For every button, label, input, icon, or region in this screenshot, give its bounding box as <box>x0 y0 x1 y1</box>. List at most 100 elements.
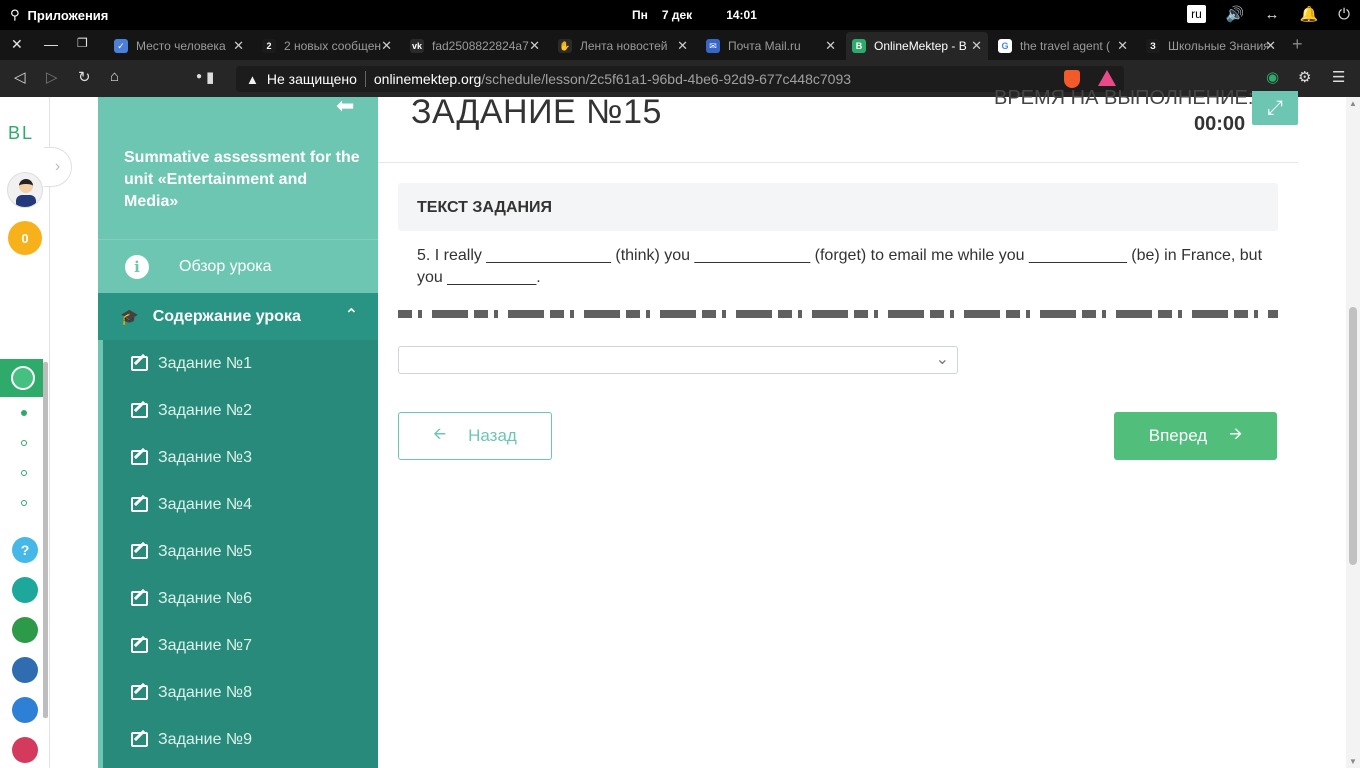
browser-tab[interactable]: B OnlineMektep - B ✕ <box>846 32 988 60</box>
os-top-bar: ⚲ Приложения Пн 7 дек 14:01 ru 🔊 ↔ 🔔 ⏻ <box>0 0 1360 30</box>
edit-icon <box>131 450 148 465</box>
browser-tab[interactable]: З Школьные Знания ✕ <box>1140 32 1282 60</box>
brave-rewards-icon[interactable] <box>1098 70 1116 86</box>
edit-icon <box>131 356 148 371</box>
sidebar-task-item[interactable]: Задание №3 <box>103 434 378 481</box>
browser-tab[interactable]: 2 2 новых сообщен ✕ <box>256 32 398 60</box>
nav-dot-2[interactable] <box>21 440 27 446</box>
sidebar-task-item[interactable]: Задание №8 <box>103 669 378 716</box>
task-list: Задание №1 Задание №2 Задание №3 Задание №4… <box>103 340 378 768</box>
nav-dot-3[interactable] <box>21 470 27 476</box>
tab-close-icon[interactable]: ✕ <box>1117 38 1128 54</box>
extensions-icon[interactable]: ⚙ <box>1298 68 1311 86</box>
pisa-app-icon[interactable] <box>12 577 38 603</box>
sidebar-task-item[interactable]: Задание №4 <box>103 481 378 528</box>
url-path: /schedule/lesson/2c5f61a1-96bd-4be6-92d9… <box>481 71 852 87</box>
sidebar-task-item[interactable]: Задание №6 <box>103 575 378 622</box>
course-sidebar: ⬅ Summative assessment for the unit «Ent… <box>98 93 378 768</box>
page-scrollbar[interactable]: ▲ ▼ <box>1346 97 1360 768</box>
twig-app-icon[interactable] <box>12 737 38 763</box>
bilimland-app-icon[interactable] <box>12 617 38 643</box>
user-avatar[interactable] <box>7 172 43 208</box>
forward-nav-icon[interactable]: ▷ <box>46 68 58 86</box>
chevron-right-icon: › <box>54 158 61 175</box>
clock-day: Пн <box>632 8 648 22</box>
sidebar-task-item[interactable]: Задание №7 <box>103 622 378 669</box>
address-bar[interactable]: ▲ Не защищено onlinemektep.org/schedule/… <box>236 66 1124 92</box>
arrow-right-icon: 🡪 <box>1229 425 1243 443</box>
new-tab-icon[interactable]: + <box>1292 34 1303 55</box>
browser-tab[interactable]: ✋ Лента новостей ✕ <box>552 32 694 60</box>
lesson-overview-item[interactable]: i Обзор урока <box>98 239 378 293</box>
fullscreen-button[interactable]: ⤢ <box>1252 91 1298 125</box>
help-icon[interactable]: ? <box>12 537 38 563</box>
notifications-icon[interactable]: 🔔 <box>1299 5 1318 23</box>
browser-tab[interactable]: Gthe travel agent (✕ <box>992 32 1134 60</box>
tab-close-icon[interactable]: ✕ <box>381 38 392 54</box>
tab-close-icon[interactable]: ✕ <box>233 38 244 54</box>
bookmark-icon[interactable]: ▮ <box>206 68 214 86</box>
nav-dot-4[interactable] <box>21 500 27 506</box>
tab-favicon-icon: ✋ <box>558 39 572 53</box>
search-icon: ⚲ <box>10 7 20 22</box>
browser-tab[interactable]: ✓ Место человека ✕ <box>108 32 250 60</box>
coins-badge[interactable]: 0 <box>8 221 42 255</box>
nav-dot-1[interactable] <box>21 410 27 416</box>
tab-close-icon[interactable]: ✕ <box>971 38 982 54</box>
sidebar-task-item[interactable]: Задание №1 <box>103 340 378 387</box>
tab-label: Школьные Знания <box>1168 39 1268 53</box>
edit-icon <box>131 685 148 700</box>
sidebar-task-item[interactable]: Задание №9 <box>103 716 378 763</box>
task-panel: ЗАДАНИЕ №15 ВРЕМЯ НА ВЫПОЛНЕНИЕ: 00:00 ⤢… <box>378 87 1298 768</box>
brave-shields-icon[interactable] <box>1064 70 1080 88</box>
sidebar-task-item[interactable]: Задание №5 <box>103 528 378 575</box>
network-icon[interactable]: ↔ <box>1264 6 1279 23</box>
browser-tab[interactable]: ✉ Почта Mail.ru ✕ <box>700 32 842 60</box>
power-icon[interactable]: ⏻ <box>1338 6 1350 23</box>
tab-favicon-icon: B <box>852 39 866 53</box>
info-icon: i <box>125 254 149 279</box>
tab-close-icon[interactable]: ✕ <box>1265 38 1276 54</box>
home-icon[interactable]: ⌂ <box>110 68 119 85</box>
task-header: ЗАДАНИЕ №15 ВРЕМЯ НА ВЫПОЛНЕНИЕ: 00:00 ⤢ <box>378 87 1298 163</box>
dot-icon: ● <box>196 71 203 82</box>
task-app-icon[interactable] <box>12 697 38 723</box>
warning-icon: ▲ <box>246 71 259 87</box>
back-nav-icon[interactable]: ◁ <box>14 68 26 86</box>
edit-icon <box>131 638 148 653</box>
tab-label: OnlineMektep - B <box>874 39 967 53</box>
next-button[interactable]: Вперед 🡪 <box>1114 412 1277 460</box>
not-secure-label[interactable]: Не защищено <box>267 71 357 87</box>
clock-time: 14:01 <box>726 8 757 22</box>
sidebar-back-icon[interactable]: ⬅ <box>336 93 354 119</box>
back-button[interactable]: 🡨 Назад <box>398 412 552 460</box>
bilimland-logo[interactable]: BL <box>8 123 34 144</box>
sidebar-task-item[interactable]: Задание №2 <box>103 387 378 434</box>
scroll-up-icon[interactable]: ▲ <box>1349 99 1357 108</box>
window-restore-icon[interactable]: ❐ <box>77 36 88 50</box>
tab-close-icon[interactable]: ✕ <box>529 38 540 54</box>
tab-close-icon[interactable]: ✕ <box>677 38 688 54</box>
answer-select[interactable]: ⌄ <box>398 346 958 374</box>
keyboard-layout-indicator[interactable]: ru <box>1187 5 1206 23</box>
clock[interactable]: Пн 7 дек 14:01 <box>632 8 771 22</box>
bilimbook-app-icon[interactable] <box>12 657 38 683</box>
browser-tab[interactable]: vk fad2508822824a7 ✕ <box>404 32 546 60</box>
tab-close-icon[interactable]: ✕ <box>825 38 836 54</box>
expand-panel-button[interactable]: › <box>44 147 72 187</box>
volume-icon[interactable]: 🔊 <box>1226 5 1245 23</box>
window-minimize-icon[interactable]: — <box>44 36 58 52</box>
window-close-icon[interactable]: ✕ <box>11 36 23 53</box>
reload-icon[interactable]: ↻ <box>78 68 91 86</box>
scroll-down-icon[interactable]: ▼ <box>1349 757 1357 766</box>
avatar-body <box>16 195 36 207</box>
edit-icon <box>131 403 148 418</box>
browser-menu-icon[interactable]: ☰ <box>1332 68 1345 86</box>
left-panel-scrollbar[interactable] <box>43 362 48 718</box>
vk-extension-icon[interactable]: ◉ <box>1266 68 1279 86</box>
apps-menu[interactable]: ⚲ Приложения <box>10 7 108 23</box>
scroll-thumb[interactable] <box>1349 307 1357 565</box>
onlinemektep-app-icon[interactable] <box>0 359 43 397</box>
lesson-content-toggle[interactable]: 🎓 Содержание урока ⌃ <box>98 293 378 340</box>
sidebar-task-label: Задание №6 <box>158 589 252 607</box>
